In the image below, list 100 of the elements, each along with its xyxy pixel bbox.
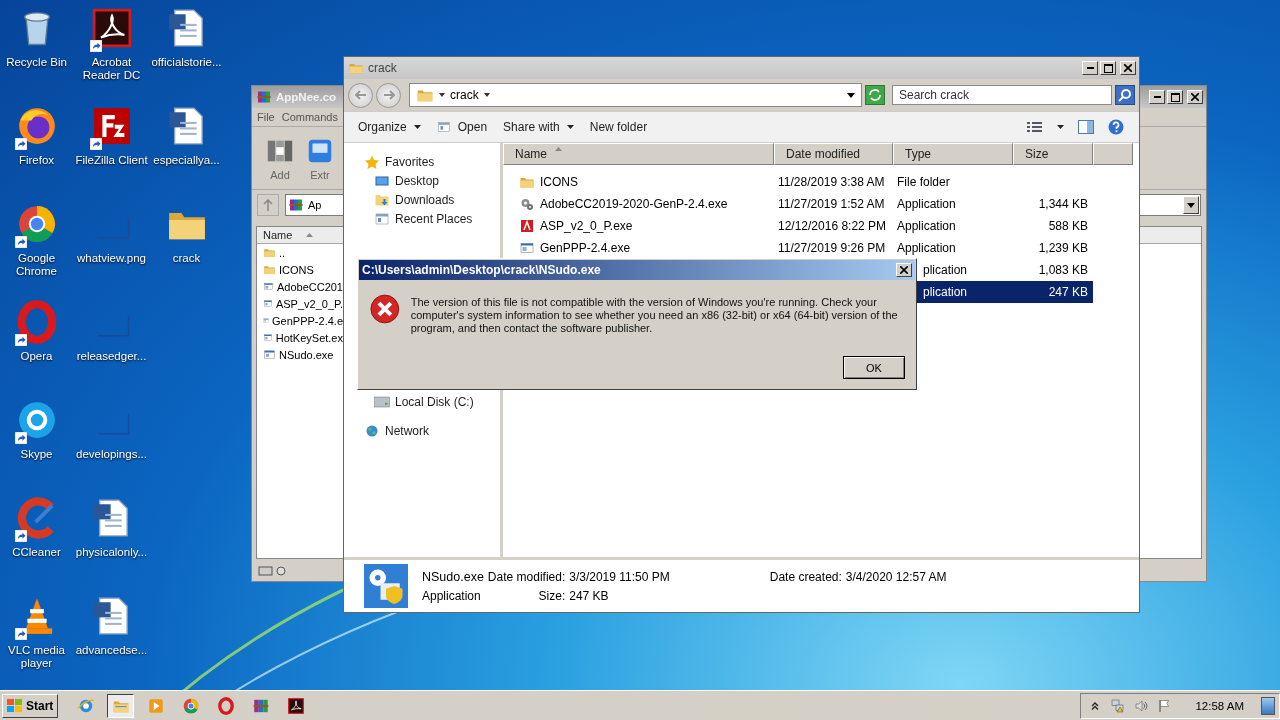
desktop-icon-label[interactable]: releasedger...: [76, 350, 147, 363]
column-header[interactable]: Type: [893, 143, 1013, 165]
minimize-icon: [1086, 67, 1094, 69]
drive-icon: [258, 565, 288, 577]
file-row[interactable]: ASP_v2_0_P.exe 12/12/2016 8:22 PM Application 588 KB: [503, 215, 1093, 237]
file-name[interactable]: GenPPP-2.4.e: [272, 314, 343, 327]
forward-arrow-icon: [382, 90, 395, 100]
desktop-icon-label[interactable]: Google Chrome: [6, 252, 67, 278]
ring-logo-icon: [216, 696, 235, 715]
wheel-logo-icon: [181, 696, 200, 715]
maximize-icon: [1103, 63, 1113, 73]
app-tile-icon: [519, 218, 535, 234]
desktop-icon-label[interactable]: advancedse...: [75, 644, 148, 657]
menu-item[interactable]: Commands: [281, 111, 338, 123]
close-button[interactable]: [1187, 90, 1203, 104]
desktop-icon-label[interactable]: physicalonly...: [75, 546, 148, 559]
file-name[interactable]: ICONS: [279, 263, 314, 276]
desktop-icon-label[interactable]: crack: [172, 252, 201, 265]
error-icon: [369, 293, 401, 325]
maximize-button[interactable]: [1100, 61, 1116, 75]
file-row[interactable]: AdobeCC2019-2020-GenP-2.4.exe 11/27/2019 1:52 AM Application 1,344 KB: [503, 193, 1093, 215]
address-bar[interactable]: crack: [409, 83, 862, 107]
program-file-icon: [263, 297, 273, 310]
desktop-icon-label[interactable]: especiallya...: [153, 154, 220, 167]
desktop-icon-label[interactable]: developings...: [76, 448, 147, 461]
column-header[interactable]: Size: [1013, 143, 1093, 165]
books-icon: [288, 197, 304, 213]
desktop-icon-label[interactable]: CCleaner: [12, 546, 61, 559]
clock[interactable]: 12:58 AM: [1195, 699, 1244, 712]
error-message: The version of this file is not compatible with the version of Windows you're running. Check your computer's system information to see whether you need an x86 (32-bit) or x64 (64-bit) version of the program, and then contact the software publisher.: [410, 296, 899, 335]
refresh-icon: [868, 89, 882, 101]
file-name[interactable]: ..: [279, 246, 286, 259]
desktop-icon-label[interactable]: Firefox: [18, 154, 55, 167]
file-row[interactable]: ICONS 11/28/2019 3:38 AM File folder: [503, 171, 1093, 193]
file-row[interactable]: GenPPP-2.4.exe 11/27/2019 9:26 PM Application 1,239 KB: [503, 237, 1093, 259]
up-arrow-icon: [263, 199, 273, 211]
back-arrow-icon: [354, 90, 367, 100]
play-icon: [146, 696, 165, 715]
nav-item[interactable]: Recent Places: [344, 209, 500, 228]
folder-icon: [263, 246, 276, 259]
pdf-app-icon: [286, 696, 305, 715]
column-header[interactable]: Name: [257, 227, 343, 244]
toolbar-button[interactable]: Extr: [302, 129, 338, 187]
start-button[interactable]: Start: [2, 693, 59, 718]
nav-item[interactable]: Downloads: [344, 190, 500, 209]
program-file-icon: [263, 331, 273, 344]
file-name[interactable]: AdobeCC201: [276, 280, 343, 293]
caret-icon: [413, 125, 421, 129]
toolbar-button[interactable]: Share with: [497, 117, 580, 137]
close-button[interactable]: [1120, 61, 1136, 75]
file-name[interactable]: HotKeySet.ex: [275, 331, 343, 344]
maximize-icon: [1170, 92, 1180, 102]
desktop-icon-label[interactable]: Acrobat Reader DC: [81, 56, 142, 82]
pane-icon: [1078, 120, 1094, 134]
desktop-icon-label[interactable]: VLC media player: [6, 644, 67, 670]
file-type: Application: [422, 588, 482, 603]
caret-icon: [1187, 202, 1195, 208]
ok-button[interactable]: OK: [843, 356, 905, 379]
search-field[interactable]: Search crack: [892, 85, 1112, 105]
desktop-icon-label[interactable]: Recycle Bin: [6, 56, 67, 69]
column-header[interactable]: Name: [503, 143, 774, 165]
nav-item[interactable]: Desktop: [344, 171, 500, 190]
refresh-button[interactable]: [865, 85, 885, 105]
dialog-title: C:\Users\admin\Desktop\crack\NSudo.exe: [362, 263, 601, 277]
file-name[interactable]: NSudo.exe: [279, 348, 334, 361]
detail-label: Size:: [537, 588, 566, 603]
minimize-button[interactable]: [1082, 61, 1098, 75]
nav-item[interactable]: Local Disk (C:): [344, 392, 500, 411]
search-button[interactable]: [1115, 85, 1135, 105]
taskbar-app-button[interactable]: [107, 693, 135, 718]
path-field[interactable]: Ap: [285, 194, 343, 216]
toolbar-button[interactable]: Add: [260, 129, 300, 187]
toolbar-button[interactable]: Open: [430, 117, 494, 137]
toolbar-button[interactable]: Organize: [352, 117, 427, 137]
detail-value: 3/3/2019 11:50 PM: [569, 569, 670, 584]
drive-icon: [374, 393, 390, 410]
search-icon: [1118, 88, 1132, 102]
window-icon: [374, 210, 390, 227]
desktop-icon-label[interactable]: whatview.png: [76, 252, 146, 265]
desktop-icon-label[interactable]: Skype: [20, 448, 53, 461]
close-button[interactable]: [896, 263, 912, 277]
dropdown-button[interactable]: [1183, 196, 1199, 214]
file-name[interactable]: ASP_v2_0_P.: [275, 297, 343, 310]
desktop-icon-label[interactable]: FileZilla Client: [75, 154, 148, 167]
minimize-button[interactable]: [1149, 90, 1165, 104]
close-icon: [1124, 64, 1132, 72]
desktop-icon-label[interactable]: Opera: [20, 350, 53, 363]
window-title: crack: [368, 61, 397, 75]
nav-item[interactable]: Network: [344, 421, 500, 440]
browser-icon: [76, 696, 95, 715]
toolbar-button[interactable]: New folder: [583, 117, 654, 137]
desktop-icon-label[interactable]: officialstorie...: [151, 56, 222, 69]
detail-value: 247 KB: [569, 588, 610, 603]
nav-item[interactable]: Favorites: [344, 152, 500, 171]
menu-item[interactable]: File: [257, 111, 275, 123]
show-desktop-button[interactable]: [1261, 696, 1275, 715]
maximize-button[interactable]: [1167, 90, 1183, 104]
dropdown-arrow-icon[interactable]: [847, 90, 855, 100]
column-header[interactable]: Date modified: [774, 143, 893, 165]
program-file-icon: [263, 280, 274, 293]
